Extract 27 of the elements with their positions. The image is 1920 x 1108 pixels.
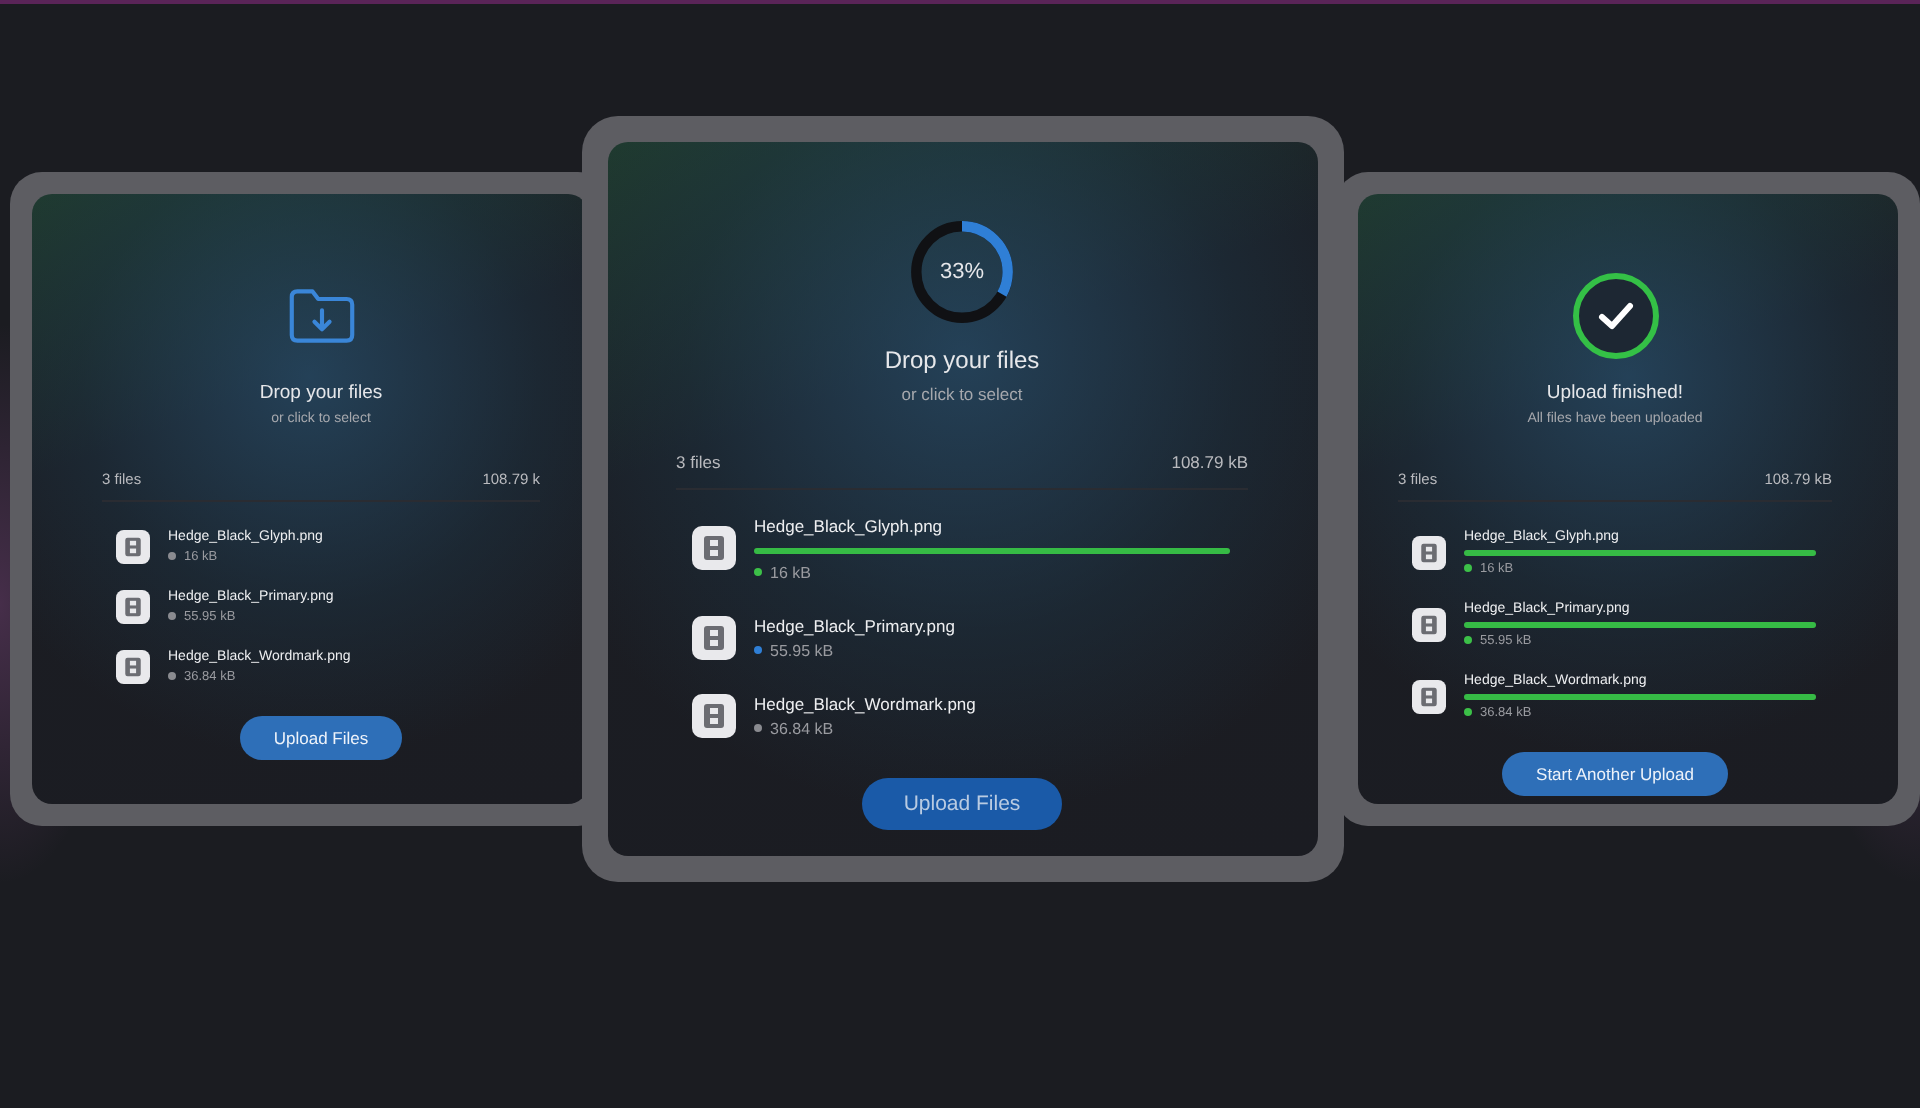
file-size: 36.84 kB	[770, 719, 834, 737]
film-file-icon	[1412, 535, 1446, 569]
upload-button[interactable]: Upload Files	[239, 715, 403, 759]
film-file-icon	[1412, 607, 1446, 641]
drop-zone-title: Drop your files	[259, 381, 383, 403]
check-circle-icon	[1571, 271, 1659, 359]
upload-button[interactable]: Start Another Upload	[1502, 751, 1728, 795]
drop-zone-title: Upload finished!	[1546, 381, 1684, 403]
total-size: 108.79 kB	[1171, 451, 1248, 471]
file-count: 3 files	[676, 451, 721, 471]
progress-percent: 33%	[939, 259, 985, 283]
folder-download-icon	[287, 285, 355, 345]
drop-zone-title: Drop your files	[884, 345, 1040, 373]
film-file-icon	[692, 693, 736, 737]
upload-button[interactable]: Upload Files	[861, 777, 1063, 829]
file-name: Hedge_Black_Glyph.png	[754, 515, 945, 535]
film-file-icon	[692, 615, 736, 659]
file-name: Hedge_Black_Primary.png	[754, 615, 957, 635]
film-file-icon	[116, 649, 150, 683]
file-size: 55.95 kB	[770, 641, 834, 659]
film-file-icon	[692, 526, 736, 570]
file-size: 16 kB	[770, 563, 811, 581]
film-file-icon	[1412, 679, 1446, 713]
drop-zone-subtitle: or click to select	[901, 383, 1023, 403]
film-file-icon	[116, 589, 150, 623]
file-name: Hedge_Black_Wordmark.png	[754, 693, 978, 713]
film-file-icon	[116, 529, 150, 563]
